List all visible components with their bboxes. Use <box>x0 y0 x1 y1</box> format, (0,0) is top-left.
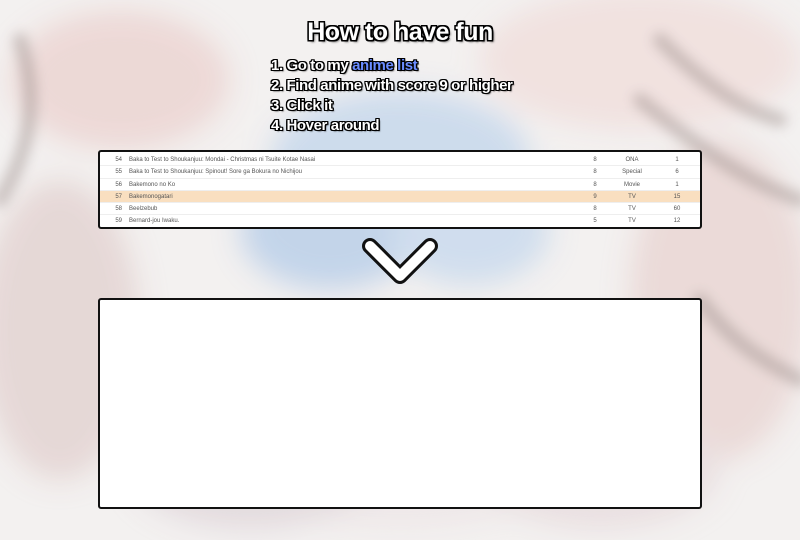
list-row[interactable]: 54 Baka to Test to Shoukanjuu: Mondai - … <box>100 154 700 167</box>
page-title: How to have fun <box>307 18 493 46</box>
row-title[interactable]: Beelzebub <box>129 203 157 215</box>
row-type: Movie <box>623 181 640 188</box>
list-row[interactable]: 56 Bakemono no Ko 8 Movie 1 <box>100 179 700 191</box>
instructions: 1. Go to my anime list 2. Find anime wit… <box>271 56 513 136</box>
list-row[interactable]: 57 Bakemonogatari 9 TV 15 <box>100 190 700 204</box>
row-title[interactable]: Baka to Test to Shoukanjuu: Mondai - Chr… <box>129 154 315 166</box>
row-type: TV <box>628 206 636 213</box>
row-type: TV <box>628 218 636 225</box>
row-title[interactable]: Bakemono no Ko <box>129 179 175 191</box>
row-episodes: 6 <box>675 169 679 176</box>
row-number: 56 <box>115 181 122 188</box>
step-3: 3. Click it <box>271 97 333 114</box>
chevron-down-icon <box>362 238 438 284</box>
row-type: ONA <box>625 157 639 163</box>
step-1: 1. Go to my anime list <box>271 56 513 76</box>
list-row[interactable]: 58 Beelzebub 8 TV 60 <box>100 203 700 216</box>
step-1-text: 1. Go to my <box>271 57 353 74</box>
anime-list-link[interactable]: anime list <box>352 57 418 74</box>
row-score: 9 <box>593 193 597 200</box>
row-title[interactable]: Bernard-jou Iwaku. <box>129 215 179 227</box>
list-row[interactable]: 55 Baka to Test to Shoukanjuu: Spinout! … <box>100 166 700 179</box>
row-number: 54 <box>115 157 122 163</box>
row-score: 8 <box>593 181 597 188</box>
row-score: 8 <box>593 206 597 213</box>
anime-list-preview: 54 Baka to Test to Shoukanjuu: Mondai - … <box>98 150 702 229</box>
row-title[interactable]: Baka to Test to Shoukanjuu: Spinout! Sor… <box>129 166 302 178</box>
row-type: Special <box>622 169 642 176</box>
row-episodes: 12 <box>673 218 681 225</box>
row-number: 55 <box>115 169 122 176</box>
row-episodes: 60 <box>673 206 681 213</box>
row-episodes: 15 <box>673 193 681 200</box>
step-2: 2. Find anime with score 9 or higher <box>271 77 513 94</box>
row-number: 58 <box>115 206 122 213</box>
row-score: 8 <box>593 157 597 163</box>
row-episodes: 1 <box>675 157 679 163</box>
list-row[interactable]: 59 Bernard-jou Iwaku. 5 TV 12 <box>100 215 700 227</box>
row-number: 59 <box>115 218 122 225</box>
row-number: 57 <box>115 193 122 200</box>
result-panel <box>98 298 702 509</box>
row-score: 5 <box>593 218 597 225</box>
row-type: TV <box>628 193 636 200</box>
row-episodes: 1 <box>675 181 679 188</box>
step-4: 4. Hover around <box>271 117 380 134</box>
row-score: 8 <box>593 169 597 176</box>
row-title[interactable]: Bakemonogatari <box>129 191 173 203</box>
